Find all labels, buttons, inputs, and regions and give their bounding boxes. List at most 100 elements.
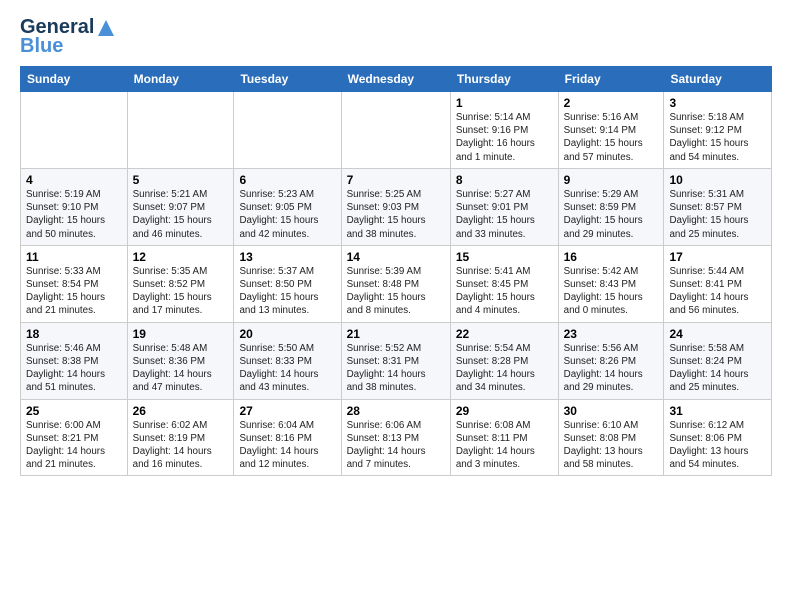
day-cell: 28Sunrise: 6:06 AM Sunset: 8:13 PM Dayli… (341, 399, 450, 476)
day-cell: 10Sunrise: 5:31 AM Sunset: 8:57 PM Dayli… (664, 168, 772, 245)
day-info: Sunrise: 5:19 AM Sunset: 9:10 PM Dayligh… (26, 188, 122, 241)
week-row-4: 18Sunrise: 5:46 AM Sunset: 8:38 PM Dayli… (21, 322, 772, 399)
day-info: Sunrise: 5:27 AM Sunset: 9:01 PM Dayligh… (456, 188, 553, 241)
day-cell: 7Sunrise: 5:25 AM Sunset: 9:03 PM Daylig… (341, 168, 450, 245)
day-number: 15 (456, 250, 553, 264)
day-info: Sunrise: 6:04 AM Sunset: 8:16 PM Dayligh… (239, 419, 335, 472)
day-info: Sunrise: 5:33 AM Sunset: 8:54 PM Dayligh… (26, 265, 122, 318)
day-info: Sunrise: 5:44 AM Sunset: 8:41 PM Dayligh… (669, 265, 766, 318)
day-number: 18 (26, 327, 122, 341)
day-number: 7 (347, 173, 445, 187)
day-cell: 15Sunrise: 5:41 AM Sunset: 8:45 PM Dayli… (450, 245, 558, 322)
day-number: 13 (239, 250, 335, 264)
day-cell (234, 92, 341, 169)
day-number: 16 (564, 250, 659, 264)
day-cell: 9Sunrise: 5:29 AM Sunset: 8:59 PM Daylig… (558, 168, 664, 245)
day-cell: 25Sunrise: 6:00 AM Sunset: 8:21 PM Dayli… (21, 399, 128, 476)
logo-blue: Blue (20, 35, 63, 58)
day-info: Sunrise: 6:08 AM Sunset: 8:11 PM Dayligh… (456, 419, 553, 472)
day-number: 26 (133, 404, 229, 418)
day-cell: 23Sunrise: 5:56 AM Sunset: 8:26 PM Dayli… (558, 322, 664, 399)
col-header-monday: Monday (127, 67, 234, 92)
day-cell: 5Sunrise: 5:21 AM Sunset: 9:07 PM Daylig… (127, 168, 234, 245)
day-cell: 2Sunrise: 5:16 AM Sunset: 9:14 PM Daylig… (558, 92, 664, 169)
day-info: Sunrise: 5:37 AM Sunset: 8:50 PM Dayligh… (239, 265, 335, 318)
day-info: Sunrise: 5:54 AM Sunset: 8:28 PM Dayligh… (456, 342, 553, 395)
day-number: 25 (26, 404, 122, 418)
day-number: 21 (347, 327, 445, 341)
day-info: Sunrise: 5:23 AM Sunset: 9:05 PM Dayligh… (239, 188, 335, 241)
col-header-friday: Friday (558, 67, 664, 92)
logo: General Blue (20, 16, 116, 58)
day-info: Sunrise: 5:50 AM Sunset: 8:33 PM Dayligh… (239, 342, 335, 395)
day-info: Sunrise: 5:29 AM Sunset: 8:59 PM Dayligh… (564, 188, 659, 241)
day-number: 23 (564, 327, 659, 341)
day-info: Sunrise: 5:39 AM Sunset: 8:48 PM Dayligh… (347, 265, 445, 318)
day-cell (21, 92, 128, 169)
day-number: 8 (456, 173, 553, 187)
col-header-sunday: Sunday (21, 67, 128, 92)
day-number: 4 (26, 173, 122, 187)
day-info: Sunrise: 5:58 AM Sunset: 8:24 PM Dayligh… (669, 342, 766, 395)
day-info: Sunrise: 5:16 AM Sunset: 9:14 PM Dayligh… (564, 111, 659, 164)
logo-icon (96, 18, 116, 38)
day-number: 20 (239, 327, 335, 341)
day-cell: 29Sunrise: 6:08 AM Sunset: 8:11 PM Dayli… (450, 399, 558, 476)
day-info: Sunrise: 6:06 AM Sunset: 8:13 PM Dayligh… (347, 419, 445, 472)
day-cell: 17Sunrise: 5:44 AM Sunset: 8:41 PM Dayli… (664, 245, 772, 322)
day-number: 6 (239, 173, 335, 187)
day-number: 10 (669, 173, 766, 187)
day-info: Sunrise: 5:18 AM Sunset: 9:12 PM Dayligh… (669, 111, 766, 164)
day-cell: 4Sunrise: 5:19 AM Sunset: 9:10 PM Daylig… (21, 168, 128, 245)
day-number: 12 (133, 250, 229, 264)
day-cell: 16Sunrise: 5:42 AM Sunset: 8:43 PM Dayli… (558, 245, 664, 322)
day-cell: 11Sunrise: 5:33 AM Sunset: 8:54 PM Dayli… (21, 245, 128, 322)
day-cell: 12Sunrise: 5:35 AM Sunset: 8:52 PM Dayli… (127, 245, 234, 322)
day-info: Sunrise: 5:25 AM Sunset: 9:03 PM Dayligh… (347, 188, 445, 241)
week-row-2: 4Sunrise: 5:19 AM Sunset: 9:10 PM Daylig… (21, 168, 772, 245)
day-number: 22 (456, 327, 553, 341)
day-info: Sunrise: 6:10 AM Sunset: 8:08 PM Dayligh… (564, 419, 659, 472)
calendar-table: SundayMondayTuesdayWednesdayThursdayFrid… (20, 66, 772, 476)
day-number: 30 (564, 404, 659, 418)
day-cell (127, 92, 234, 169)
day-number: 28 (347, 404, 445, 418)
day-number: 31 (669, 404, 766, 418)
day-number: 9 (564, 173, 659, 187)
day-cell: 6Sunrise: 5:23 AM Sunset: 9:05 PM Daylig… (234, 168, 341, 245)
day-number: 29 (456, 404, 553, 418)
week-row-5: 25Sunrise: 6:00 AM Sunset: 8:21 PM Dayli… (21, 399, 772, 476)
day-cell: 21Sunrise: 5:52 AM Sunset: 8:31 PM Dayli… (341, 322, 450, 399)
day-cell (341, 92, 450, 169)
day-cell: 20Sunrise: 5:50 AM Sunset: 8:33 PM Dayli… (234, 322, 341, 399)
calendar-page: General Blue SundayMondayTuesdayWednesda… (0, 0, 792, 612)
day-number: 11 (26, 250, 122, 264)
day-cell: 8Sunrise: 5:27 AM Sunset: 9:01 PM Daylig… (450, 168, 558, 245)
col-header-tuesday: Tuesday (234, 67, 341, 92)
day-info: Sunrise: 6:02 AM Sunset: 8:19 PM Dayligh… (133, 419, 229, 472)
day-info: Sunrise: 5:52 AM Sunset: 8:31 PM Dayligh… (347, 342, 445, 395)
day-cell: 13Sunrise: 5:37 AM Sunset: 8:50 PM Dayli… (234, 245, 341, 322)
day-info: Sunrise: 5:21 AM Sunset: 9:07 PM Dayligh… (133, 188, 229, 241)
day-cell: 3Sunrise: 5:18 AM Sunset: 9:12 PM Daylig… (664, 92, 772, 169)
day-number: 27 (239, 404, 335, 418)
day-cell: 30Sunrise: 6:10 AM Sunset: 8:08 PM Dayli… (558, 399, 664, 476)
day-info: Sunrise: 5:42 AM Sunset: 8:43 PM Dayligh… (564, 265, 659, 318)
day-cell: 14Sunrise: 5:39 AM Sunset: 8:48 PM Dayli… (341, 245, 450, 322)
day-cell: 31Sunrise: 6:12 AM Sunset: 8:06 PM Dayli… (664, 399, 772, 476)
col-header-wednesday: Wednesday (341, 67, 450, 92)
day-info: Sunrise: 5:56 AM Sunset: 8:26 PM Dayligh… (564, 342, 659, 395)
day-info: Sunrise: 5:41 AM Sunset: 8:45 PM Dayligh… (456, 265, 553, 318)
day-cell: 27Sunrise: 6:04 AM Sunset: 8:16 PM Dayli… (234, 399, 341, 476)
day-number: 3 (669, 96, 766, 110)
day-number: 17 (669, 250, 766, 264)
week-row-3: 11Sunrise: 5:33 AM Sunset: 8:54 PM Dayli… (21, 245, 772, 322)
day-cell: 1Sunrise: 5:14 AM Sunset: 9:16 PM Daylig… (450, 92, 558, 169)
day-info: Sunrise: 6:00 AM Sunset: 8:21 PM Dayligh… (26, 419, 122, 472)
day-cell: 22Sunrise: 5:54 AM Sunset: 8:28 PM Dayli… (450, 322, 558, 399)
header-row: SundayMondayTuesdayWednesdayThursdayFrid… (21, 67, 772, 92)
day-cell: 24Sunrise: 5:58 AM Sunset: 8:24 PM Dayli… (664, 322, 772, 399)
day-number: 19 (133, 327, 229, 341)
day-number: 24 (669, 327, 766, 341)
day-info: Sunrise: 6:12 AM Sunset: 8:06 PM Dayligh… (669, 419, 766, 472)
